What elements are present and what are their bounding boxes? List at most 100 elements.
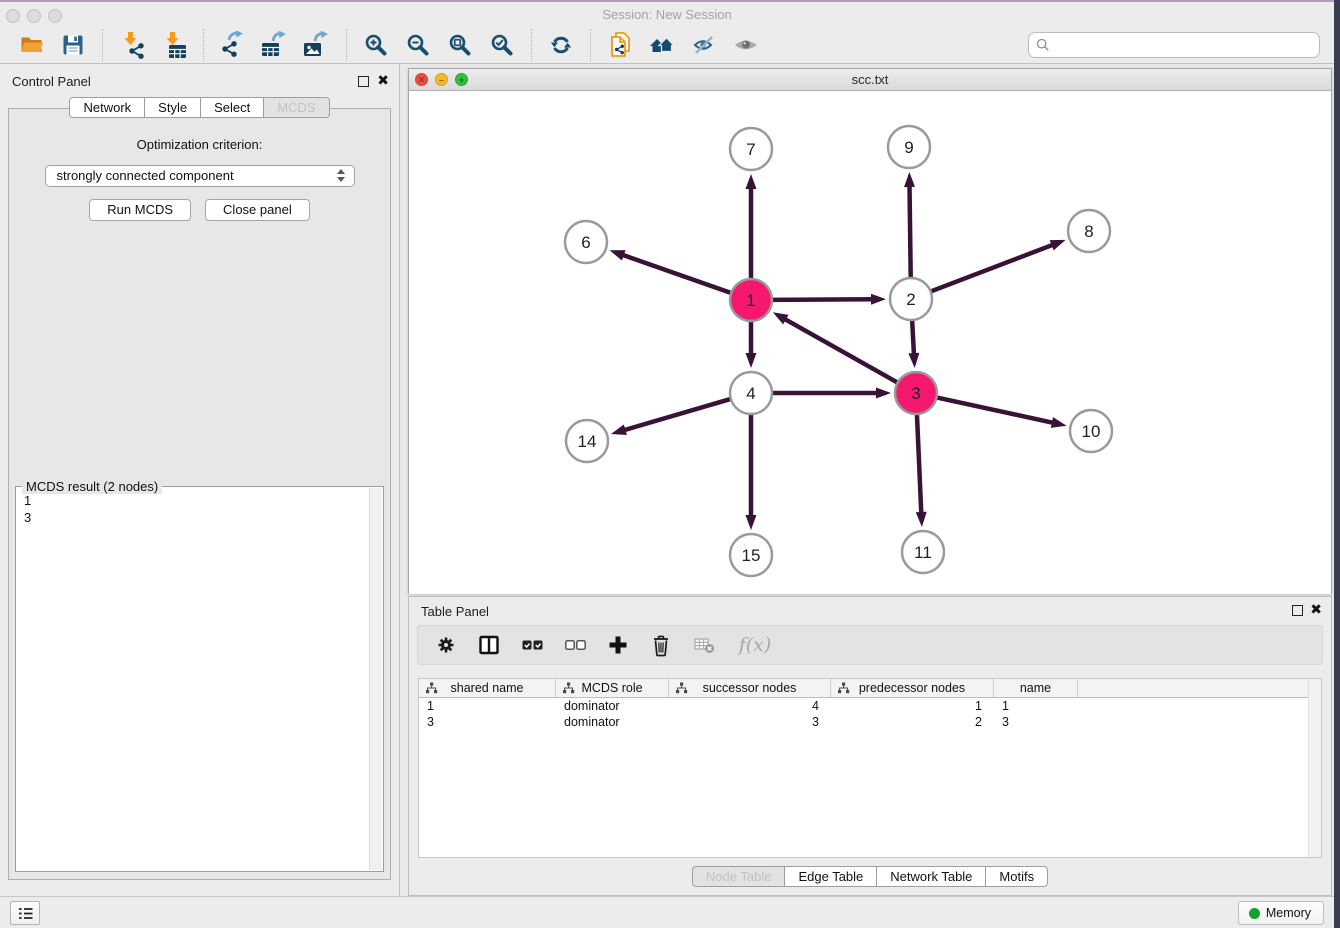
table-cell[interactable]: dominator bbox=[556, 714, 669, 730]
tab-motifs[interactable]: Motifs bbox=[986, 866, 1048, 887]
zoom-out-button[interactable] bbox=[401, 28, 435, 62]
task-history-button[interactable] bbox=[10, 901, 40, 925]
graph-node-14[interactable]: 14 bbox=[566, 420, 608, 462]
deselect-all-checkboxes-icon[interactable] bbox=[563, 632, 587, 658]
graph-node-4[interactable]: 4 bbox=[730, 372, 772, 414]
search-input[interactable] bbox=[1055, 35, 1319, 55]
table-row[interactable]: 3dominator323 bbox=[419, 714, 1321, 730]
delete-table-icon[interactable] bbox=[692, 632, 716, 658]
graph-edge-2-9[interactable] bbox=[904, 172, 915, 281]
table-cell[interactable]: 3 bbox=[419, 714, 556, 730]
refresh-button[interactable] bbox=[544, 28, 578, 62]
graph-node-6[interactable]: 6 bbox=[565, 221, 607, 263]
float-panel-icon[interactable] bbox=[358, 76, 369, 87]
graph-node-8[interactable]: 8 bbox=[1068, 210, 1110, 252]
export-image-button[interactable] bbox=[300, 28, 334, 62]
tab-network-table[interactable]: Network Table bbox=[877, 866, 986, 887]
close-panel-button[interactable]: Close panel bbox=[205, 199, 310, 221]
graph-edge-2-8[interactable] bbox=[928, 240, 1066, 293]
graph-edge-3-1[interactable] bbox=[773, 312, 901, 384]
zoom-fit-button[interactable] bbox=[443, 28, 477, 62]
show-column-icon[interactable] bbox=[477, 632, 501, 658]
zoom-selected-button[interactable] bbox=[485, 28, 519, 62]
zoom-in-button[interactable] bbox=[359, 28, 393, 62]
add-column-icon[interactable] bbox=[606, 632, 630, 658]
graph-node-9[interactable]: 9 bbox=[888, 126, 930, 168]
table-cell[interactable]: 1 bbox=[994, 698, 1078, 714]
column-header-MCDS-role[interactable]: MCDS role bbox=[556, 679, 669, 697]
column-header-name[interactable]: name bbox=[994, 679, 1078, 697]
mcds-result-line: 1 bbox=[24, 492, 369, 509]
memory-button[interactable]: Memory bbox=[1238, 901, 1324, 925]
float-table-panel-icon[interactable] bbox=[1292, 605, 1303, 616]
clone-network-button[interactable] bbox=[603, 28, 637, 62]
mcds-result-list[interactable]: 13 bbox=[17, 488, 369, 870]
import-network-button[interactable] bbox=[115, 28, 149, 62]
tab-mcds[interactable]: MCDS bbox=[264, 97, 329, 118]
graph-edge-1-4[interactable] bbox=[746, 318, 757, 368]
graph-edge-3-11[interactable] bbox=[916, 411, 927, 527]
network-window-titlebar[interactable]: ✕ – + scc.txt bbox=[409, 69, 1331, 91]
import-table-button[interactable] bbox=[157, 28, 191, 62]
graph-node-7[interactable]: 7 bbox=[730, 128, 772, 170]
graph-node-1[interactable]: 1 bbox=[730, 279, 772, 321]
close-panel-icon[interactable]: ✖ bbox=[377, 72, 389, 89]
graph-node-11[interactable]: 11 bbox=[902, 531, 944, 573]
export-network-button[interactable] bbox=[216, 28, 250, 62]
table-cell[interactable]: 4 bbox=[669, 698, 831, 714]
zoom-fit-icon bbox=[448, 33, 472, 57]
table-cell[interactable]: 3 bbox=[669, 714, 831, 730]
tab-edge-table[interactable]: Edge Table bbox=[785, 866, 877, 887]
table-cell[interactable]: 1 bbox=[419, 698, 556, 714]
svg-text:15: 15 bbox=[742, 546, 761, 565]
settings-gear-icon[interactable] bbox=[434, 632, 458, 658]
hide-selected-button[interactable] bbox=[687, 28, 721, 62]
run-mcds-button[interactable]: Run MCDS bbox=[89, 199, 191, 221]
tab-network[interactable]: Network bbox=[69, 97, 145, 118]
table-cell[interactable]: dominator bbox=[556, 698, 669, 714]
graph-node-3[interactable]: 3 bbox=[895, 372, 937, 414]
tab-select[interactable]: Select bbox=[201, 97, 264, 118]
graph-edge-1-2[interactable] bbox=[769, 294, 886, 305]
tab-style[interactable]: Style bbox=[145, 97, 201, 118]
mcds-result-box: MCDS result (2 nodes) 13 bbox=[15, 486, 384, 872]
close-table-panel-icon[interactable]: ✖ bbox=[1310, 601, 1322, 618]
apply-function-icon[interactable]: f(x) bbox=[735, 632, 775, 658]
optimization-criterion-select[interactable]: strongly connected component bbox=[45, 165, 355, 187]
table-cell[interactable]: 3 bbox=[994, 714, 1078, 730]
table-cell[interactable]: 1 bbox=[831, 698, 994, 714]
svg-text:10: 10 bbox=[1082, 422, 1101, 441]
mcds-result-line: 3 bbox=[24, 509, 369, 526]
graph-edge-2-3[interactable] bbox=[908, 317, 919, 368]
graph-edge-4-15[interactable] bbox=[746, 411, 757, 530]
graph-edge-3-10[interactable] bbox=[934, 397, 1067, 428]
graph-node-2[interactable]: 2 bbox=[890, 278, 932, 320]
open-session-button[interactable] bbox=[14, 28, 48, 62]
table-cell[interactable]: 2 bbox=[831, 714, 994, 730]
export-network-icon bbox=[220, 31, 247, 58]
table-row[interactable]: 1dominator411 bbox=[419, 698, 1321, 714]
graph-node-10[interactable]: 10 bbox=[1070, 410, 1112, 452]
control-panel-title: Control Panel bbox=[12, 74, 91, 89]
delete-column-icon[interactable] bbox=[649, 632, 673, 658]
network-graph[interactable]: 7 9 6 8 1 2 4 3 14 10 15 11 bbox=[409, 91, 1331, 594]
column-header-successor-nodes[interactable]: successor nodes bbox=[669, 679, 831, 697]
column-header-shared-name[interactable]: shared name bbox=[419, 679, 556, 697]
save-session-button[interactable] bbox=[56, 28, 90, 62]
show-hidden-button[interactable] bbox=[729, 28, 763, 62]
tab-node-table[interactable]: Node Table bbox=[692, 866, 786, 887]
svg-text:11: 11 bbox=[914, 543, 932, 562]
column-header-predecessor-nodes[interactable]: predecessor nodes bbox=[831, 679, 994, 697]
graph-edge-1-6[interactable] bbox=[610, 250, 734, 294]
export-table-button[interactable] bbox=[258, 28, 292, 62]
table-scrollbar[interactable] bbox=[1308, 679, 1321, 857]
optimization-criterion-label: Optimization criterion: bbox=[9, 137, 390, 152]
graph-node-15[interactable]: 15 bbox=[730, 534, 772, 576]
select-all-checkboxes-icon[interactable] bbox=[520, 632, 544, 658]
graph-edge-4-14[interactable] bbox=[611, 398, 734, 435]
graph-edge-4-3[interactable] bbox=[769, 388, 891, 399]
result-scrollbar[interactable] bbox=[369, 488, 382, 870]
show-all-button[interactable] bbox=[645, 28, 679, 62]
graph-edge-1-7[interactable] bbox=[746, 174, 757, 282]
column-header-label: successor nodes bbox=[703, 681, 797, 695]
